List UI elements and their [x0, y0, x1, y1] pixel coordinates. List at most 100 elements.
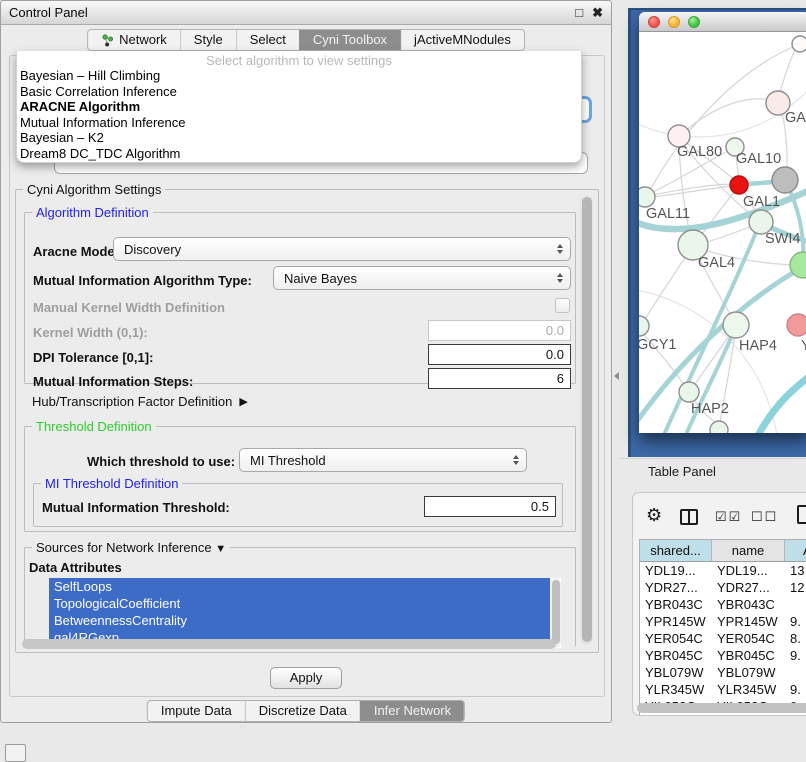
node-hap4[interactable] [723, 312, 749, 338]
node-table: shared... name A YDL19...YDL19...13 YDR2… [639, 539, 806, 715]
collapse-triangle-icon[interactable]: ▼ [215, 543, 226, 555]
table-panel-separator [620, 458, 806, 459]
close-traffic-light[interactable] [648, 16, 660, 28]
which-threshold-select[interactable]: MI Threshold [239, 448, 527, 472]
export-table-icon[interactable] [797, 505, 806, 524]
combo-arrows-icon [513, 455, 519, 465]
control-panel-window: Control Panel □ ✖ Network Style Select C… [0, 0, 612, 723]
threshold-definition-title: Threshold Definition [32, 419, 156, 434]
tab-select[interactable]: Select [236, 30, 299, 50]
svg-text:GAL10: GAL10 [736, 151, 781, 167]
dropdown-item[interactable]: Bayesian – K2 [17, 130, 581, 146]
mi-type-select[interactable]: Naive Bayes [273, 266, 571, 290]
mi-threshold-group: MI Threshold Definition Mutual Informati… [33, 483, 563, 527]
window-buttons: □ ✖ [575, 4, 603, 21]
table-row[interactable]: YPR145WYPR145W9. [640, 613, 806, 630]
minimize-traffic-light[interactable] [668, 16, 680, 28]
tab-infer-network[interactable]: Infer Network [360, 701, 464, 721]
dropdown-item-selected[interactable]: ARACNE Algorithm [17, 99, 581, 115]
table-header-row: shared... name A [640, 540, 806, 562]
table-row[interactable]: YBR045CYBR045C9. [640, 647, 806, 664]
node[interactable] [710, 421, 728, 433]
node-hap2[interactable] [679, 382, 699, 402]
node[interactable] [792, 36, 806, 52]
dropdown-item[interactable]: Mutual Information Inference [17, 115, 581, 131]
tab-impute-data[interactable]: Impute Data [148, 701, 245, 721]
table-row[interactable]: YDR27...YDR27...12 [640, 579, 806, 596]
tab-discretize-data[interactable]: Discretize Data [245, 701, 360, 721]
table-horizontal-scrollbar[interactable] [636, 703, 806, 713]
aracne-mode-select[interactable]: Discovery [113, 237, 571, 261]
network-node-labels: GAL80 GAL10 GAL11 GAL1 SWI4 GAL4 GCY1 HA… [639, 110, 806, 417]
dock-panel-icon[interactable] [5, 744, 26, 762]
list-item[interactable]: BetweennessCentrality [49, 612, 550, 629]
tab-style[interactable]: Style [180, 30, 236, 50]
select-all-columns-icon[interactable]: ☑☑ [715, 509, 742, 525]
node-gcy1[interactable] [639, 316, 649, 336]
node-red-selected[interactable] [730, 176, 748, 194]
table-row[interactable]: YDL19...YDL19...13 [640, 562, 806, 579]
node-salmon[interactable] [787, 314, 806, 336]
table-panel: ⚙ ☑☑ ☐☐ shared... name A YDL19...YDL19..… [632, 492, 806, 716]
bottom-tabstrip: Impute Data Discretize Data Infer Networ… [147, 700, 465, 722]
mi-steps-field[interactable]: 6 [428, 368, 571, 389]
hub-definition-label: Hub/Transcription Factor Definition [32, 394, 232, 409]
split-columns-icon[interactable] [680, 509, 698, 525]
table-row[interactable]: YLR345WYLR345W9. [640, 681, 806, 698]
mi-threshold-group-title: MI Threshold Definition [41, 476, 182, 491]
svg-text:HAP2: HAP2 [691, 401, 729, 417]
dropdown-item[interactable]: Dream8 DC_TDC Algorithm [17, 146, 581, 162]
list-item[interactable]: SelfLoops [49, 578, 550, 595]
dropdown-prompt: Select algorithm to view settings [17, 53, 581, 68]
tab-network[interactable]: Network [88, 30, 180, 50]
settings-horizontal-scrollbar[interactable] [22, 639, 578, 649]
combo-arrows-icon [557, 244, 563, 254]
mi-threshold-label: Mutual Information Threshold: [42, 500, 230, 515]
svg-text:GAL4: GAL4 [698, 255, 735, 271]
network-canvas[interactable]: GAL80 GAL10 GAL11 GAL1 SWI4 GAL4 GCY1 HA… [639, 32, 806, 433]
application-workspace: Control Panel □ ✖ Network Style Select C… [0, 0, 806, 762]
aracne-mode-label: Aracne Mode: [33, 244, 119, 259]
list-vertical-scrollbar[interactable] [550, 578, 561, 648]
expand-arrow-icon[interactable]: ▶ [239, 395, 247, 408]
threshold-definition-group: Threshold Definition Which threshold to … [24, 426, 576, 532]
settings-vertical-scrollbar[interactable] [580, 195, 593, 645]
mi-type-label: Mutual Information Algorithm Type: [33, 273, 252, 288]
deselect-all-columns-icon[interactable]: ☐☐ [751, 509, 778, 525]
list-item[interactable]: TopologicalCoefficient [49, 595, 550, 612]
panel-divider-handle[interactable] [614, 372, 619, 380]
column-header-name[interactable]: name [712, 540, 785, 562]
table-row[interactable]: YBL079WYBL079W [640, 664, 806, 681]
sources-group-title: Sources for Network Inference ▼ [32, 540, 230, 555]
svg-text:GAL11: GAL11 [646, 206, 690, 222]
kernel-width-field[interactable]: 0.0 [428, 320, 571, 341]
algorithm-definition-group: Algorithm Definition Aracne Mode: Discov… [24, 212, 576, 384]
data-attributes-label: Data Attributes [29, 560, 122, 575]
svg-text:SWI4: SWI4 [765, 231, 800, 247]
mi-threshold-field[interactable]: 0.5 [424, 496, 556, 517]
mi-steps-label: Mutual Information Steps: [33, 374, 193, 389]
network-window: GAL80 GAL10 GAL11 GAL1 SWI4 GAL4 GCY1 HA… [639, 12, 806, 433]
node-gal11[interactable] [639, 187, 655, 207]
svg-text:GAL: GAL [785, 110, 806, 126]
apply-button[interactable]: Apply [270, 667, 342, 689]
gear-icon[interactable]: ⚙ [646, 506, 662, 524]
tab-cyni-toolbox[interactable]: Cyni Toolbox [299, 30, 400, 50]
manual-kernel-width-checkbox[interactable] [555, 298, 570, 313]
tab-jactivemnodules[interactable]: jActiveMNodules [400, 30, 524, 50]
window-title: Control Panel [9, 5, 88, 20]
table-row[interactable]: YER054CYER054C8. [640, 630, 806, 647]
hub-definition-expander[interactable]: Hub/Transcription Factor Definition ▶ [32, 394, 248, 409]
node-gray[interactable] [772, 167, 798, 193]
close-window-icon[interactable]: ✖ [592, 4, 603, 21]
svg-text:HAP4: HAP4 [739, 338, 777, 354]
column-header-shared-name[interactable]: shared... [640, 540, 712, 562]
dpi-tolerance-field[interactable]: 0.0 [428, 344, 571, 365]
zoom-traffic-light[interactable] [688, 16, 700, 28]
table-row[interactable]: YBR043CYBR043C [640, 596, 806, 613]
float-window-icon[interactable]: □ [575, 4, 583, 21]
network-icon [101, 34, 114, 47]
column-header-clipped[interactable]: A [785, 540, 806, 562]
dropdown-item[interactable]: Basic Correlation Inference [17, 84, 581, 100]
dropdown-item[interactable]: Bayesian – Hill Climbing [17, 68, 581, 84]
